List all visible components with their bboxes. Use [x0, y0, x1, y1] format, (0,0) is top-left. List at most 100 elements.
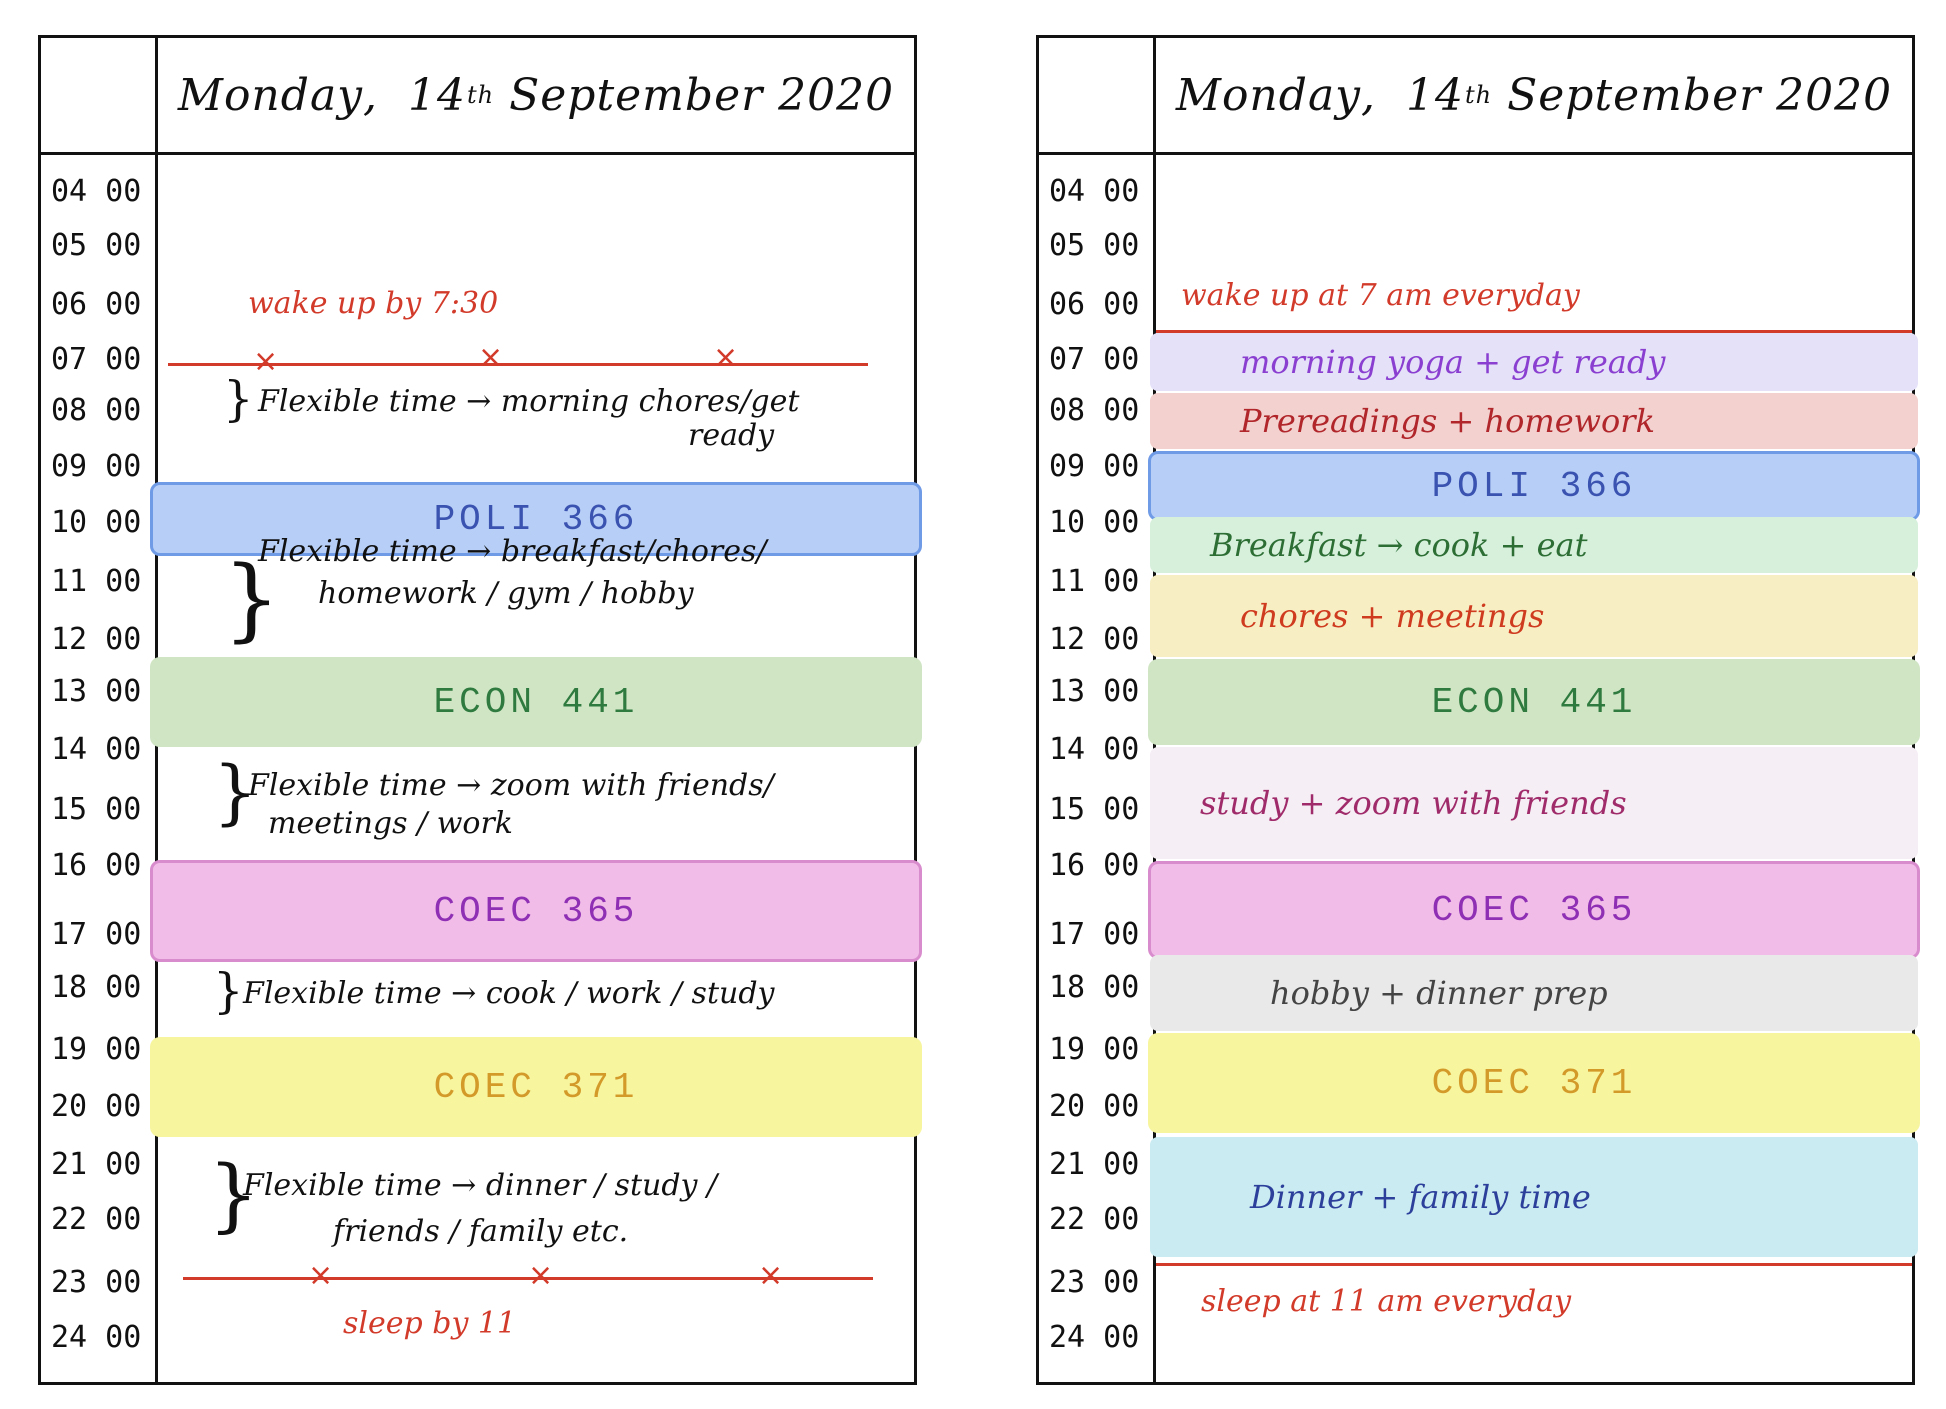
block-label: chores + meetings — [1240, 597, 1545, 635]
time-label: 10 00 — [51, 505, 142, 540]
time-label: 07 00 — [1049, 342, 1140, 377]
flex-note-1: Flexible time → morning chores/get — [258, 384, 800, 419]
time-label: 04 00 — [51, 174, 142, 209]
time-label: 09 00 — [1049, 449, 1140, 484]
flex-note-5b: friends / family etc. — [333, 1214, 629, 1249]
time-label: 16 00 — [1049, 848, 1140, 883]
time-label: 08 00 — [1049, 393, 1140, 428]
class-label: COEC 365 — [433, 890, 639, 932]
flex-note-2: Flexible time → breakfast/chores/ — [258, 534, 767, 569]
time-label: 16 00 — [51, 848, 142, 883]
month-year: September 2020 — [509, 69, 895, 121]
time-label: 07 00 — [51, 342, 142, 377]
flex-note-3b: meetings / work — [268, 806, 513, 841]
block-dinner: Dinner + family time — [1150, 1137, 1918, 1257]
date-header: Monday , 14th September 2020 — [158, 38, 914, 155]
block-hobby: hobby + dinner prep — [1150, 955, 1918, 1031]
class-label: COEC 371 — [433, 1066, 639, 1108]
schedule-body: wake up at 7 am everyday morning yoga + … — [1148, 155, 1920, 1382]
day-suffix: th — [1465, 81, 1493, 109]
x-mark: × — [758, 1258, 784, 1293]
planner-right: Monday , 14th September 2020 04 00 05 00… — [1036, 35, 1920, 1385]
sleep-note: sleep by 11 — [343, 1306, 517, 1341]
time-label: 21 00 — [1049, 1147, 1140, 1182]
flex-note-1b: ready — [688, 418, 775, 453]
time-label: 05 00 — [51, 228, 142, 263]
block-label: study + zoom with friends — [1200, 784, 1627, 822]
x-mark: × — [713, 340, 739, 375]
time-label: 18 00 — [51, 970, 142, 1005]
time-label: 15 00 — [51, 792, 142, 827]
time-label: 17 00 — [51, 917, 142, 952]
time-label: 12 00 — [51, 622, 142, 657]
time-label: 24 00 — [1049, 1320, 1140, 1355]
time-label: 18 00 — [1049, 970, 1140, 1005]
wake-note: wake up at 7 am everyday — [1181, 278, 1580, 313]
time-label: 19 00 — [1049, 1032, 1140, 1067]
class-block-coec365: COEC 365 — [1148, 861, 1920, 959]
sleep-note: sleep at 11 am everyday — [1201, 1284, 1572, 1319]
time-label: 06 00 — [1049, 287, 1140, 322]
block-label: Dinner + family time — [1250, 1178, 1591, 1216]
x-mark: × — [308, 1258, 334, 1293]
x-mark: × — [528, 1258, 554, 1293]
wake-note: wake up by 7:30 — [248, 286, 499, 321]
block-study: study + zoom with friends — [1150, 747, 1918, 859]
time-label: 09 00 — [51, 449, 142, 484]
brace: } — [223, 371, 254, 427]
brace: } — [213, 963, 244, 1019]
block-prereadings: Prereadings + homework — [1150, 393, 1918, 449]
block-label: Breakfast → cook + eat — [1210, 526, 1588, 564]
comma-separator: , — [363, 69, 408, 121]
weekday: Monday — [1175, 69, 1362, 121]
month-year: September 2020 — [1507, 69, 1893, 121]
time-label: 19 00 — [51, 1032, 142, 1067]
class-block-coec371: COEC 371 — [1148, 1033, 1920, 1133]
schedule-body: wake up by 7:30 × × × } Flexible time → … — [150, 155, 922, 1382]
block-yoga: morning yoga + get ready — [1150, 333, 1918, 391]
block-chores: chores + meetings — [1150, 575, 1918, 657]
x-mark: × — [478, 340, 504, 375]
time-label: 20 00 — [1049, 1089, 1140, 1124]
comma-separator: , — [1361, 69, 1406, 121]
space-separator — [1492, 70, 1507, 121]
planner-left: Monday , 14th September 2020 04 00 05 00… — [38, 35, 922, 1385]
class-block-econ: ECON 441 — [150, 657, 922, 747]
space-separator — [494, 70, 509, 121]
sleep-line — [1156, 1263, 1912, 1266]
time-label: 14 00 — [1049, 732, 1140, 767]
time-label: 24 00 — [51, 1320, 142, 1355]
date-header: Monday , 14th September 2020 — [1156, 38, 1912, 155]
day: 14 — [408, 69, 466, 121]
time-label: 06 00 — [51, 287, 142, 322]
time-label: 13 00 — [51, 674, 142, 709]
day-suffix: th — [467, 81, 495, 109]
time-label: 23 00 — [1049, 1265, 1140, 1300]
time-label: 15 00 — [1049, 792, 1140, 827]
block-label: morning yoga + get ready — [1240, 343, 1666, 381]
header-time-cell — [1039, 38, 1156, 155]
block-breakfast: Breakfast → cook + eat — [1150, 517, 1918, 573]
time-label: 20 00 — [51, 1089, 142, 1124]
time-label: 13 00 — [1049, 674, 1140, 709]
time-label: 04 00 — [1049, 174, 1140, 209]
class-label: POLI 366 — [1431, 465, 1637, 507]
x-mark: × — [253, 344, 279, 379]
time-label: 22 00 — [1049, 1202, 1140, 1237]
block-label: Prereadings + homework — [1240, 402, 1655, 440]
class-label: COEC 365 — [1431, 889, 1637, 931]
time-label: 14 00 — [51, 732, 142, 767]
class-label: ECON 441 — [433, 681, 639, 723]
time-label: 12 00 — [1049, 622, 1140, 657]
day: 14 — [1406, 69, 1464, 121]
time-label: 21 00 — [51, 1147, 142, 1182]
flex-note-2b: homework / gym / hobby — [318, 576, 694, 611]
class-label: ECON 441 — [1431, 681, 1637, 723]
time-label: 08 00 — [51, 393, 142, 428]
time-label: 17 00 — [1049, 917, 1140, 952]
time-label: 22 00 — [51, 1202, 142, 1237]
time-label: 11 00 — [1049, 564, 1140, 599]
time-label: 23 00 — [51, 1265, 142, 1300]
header-time-cell — [41, 38, 158, 155]
block-label: hobby + dinner prep — [1270, 974, 1608, 1012]
